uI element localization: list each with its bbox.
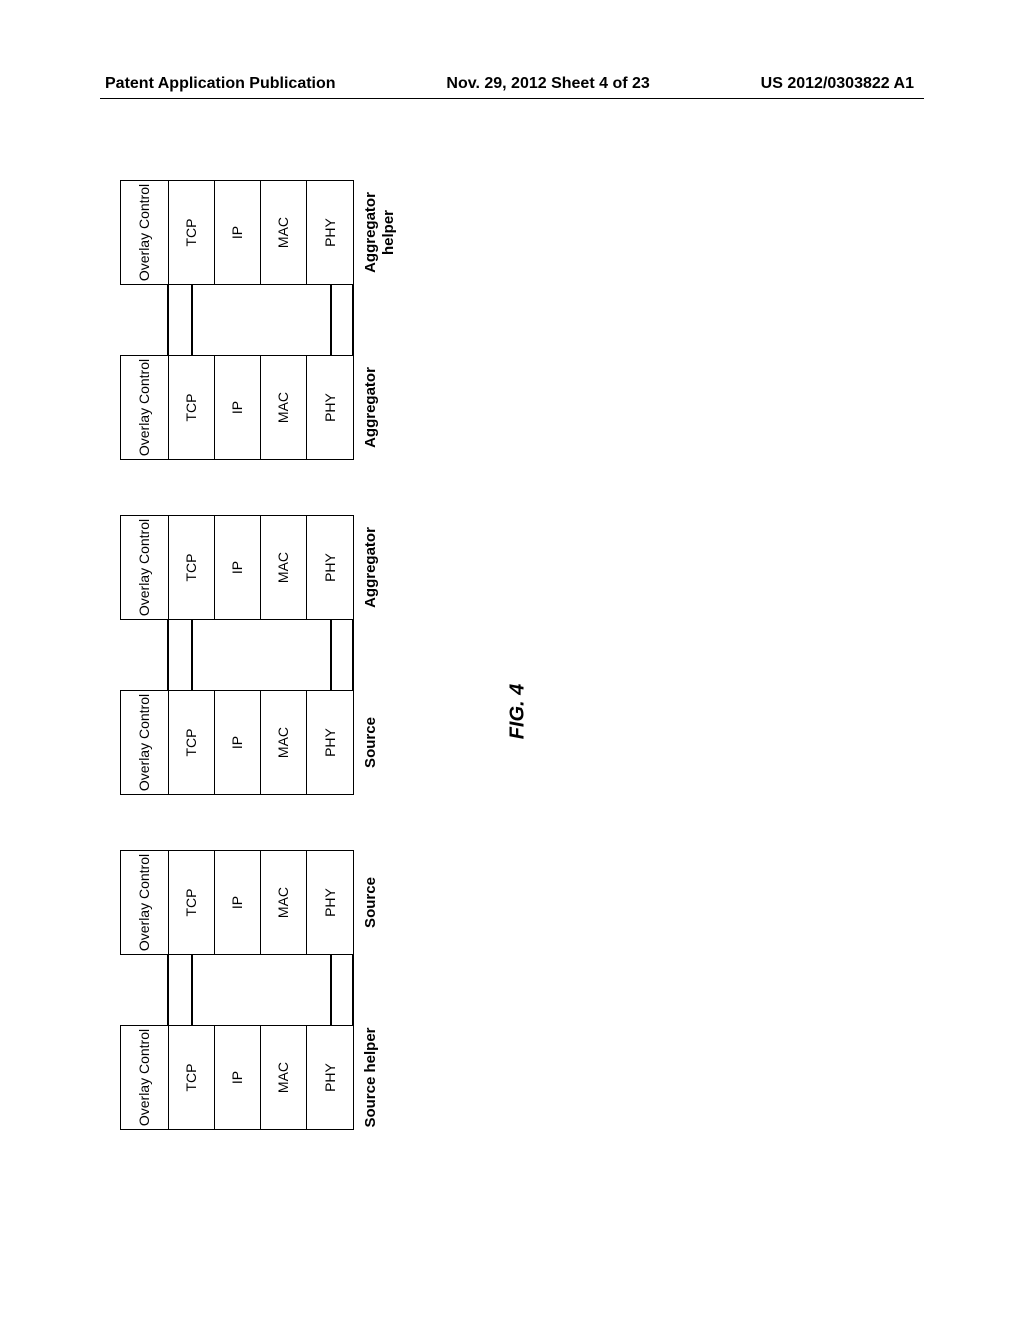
connector-gap — [120, 955, 880, 1025]
protocol-stack: Overlay Control TCP IP MAC PHY — [120, 690, 354, 795]
layer-overlay: Overlay Control — [121, 356, 169, 459]
layer-mac: MAC — [261, 851, 307, 954]
layer-overlay: Overlay Control — [121, 181, 169, 284]
layer-overlay: Overlay Control — [121, 516, 169, 619]
protocol-stack: Overlay Control TCP IP MAC PHY — [120, 1025, 354, 1130]
layer-tcp: TCP — [169, 356, 215, 459]
layer-ip: IP — [215, 851, 261, 954]
layer-phy: PHY — [307, 1026, 353, 1129]
connector-line — [167, 620, 169, 690]
layer-mac: MAC — [261, 516, 307, 619]
connector-line — [191, 285, 193, 355]
header-divider — [100, 98, 924, 99]
stack-label-1: Source — [362, 877, 380, 928]
stack-label-5: Aggregator helper — [362, 180, 398, 285]
pair-2: Overlay Control TCP IP MAC PHY Source — [120, 515, 880, 795]
protocol-stack: Overlay Control TCP IP MAC PHY — [120, 355, 354, 460]
header: Patent Application Publication Nov. 29, … — [0, 75, 1024, 93]
stack-wrapper-1: Overlay Control TCP IP MAC PHY Source — [120, 850, 880, 955]
stack-wrapper-0: Overlay Control TCP IP MAC PHY Source he… — [120, 1025, 880, 1130]
stack-wrapper-3: Overlay Control TCP IP MAC PHY Aggregato… — [120, 515, 880, 620]
rotated-content: Overlay Control TCP IP MAC PHY Source he… — [120, 180, 880, 1130]
header-right: US 2012/0303822 A1 — [761, 75, 914, 93]
connector-line — [352, 620, 354, 690]
layer-tcp: TCP — [169, 516, 215, 619]
connector-line — [330, 285, 332, 355]
layer-tcp: TCP — [169, 691, 215, 794]
figure-label: FIG. 4 — [506, 684, 529, 740]
header-center: Nov. 29, 2012 Sheet 4 of 23 — [446, 75, 649, 93]
layer-tcp: TCP — [169, 851, 215, 954]
layer-mac: MAC — [261, 181, 307, 284]
stack-wrapper-2: Overlay Control TCP IP MAC PHY Source — [120, 690, 880, 795]
header-left: Patent Application Publication — [105, 75, 336, 93]
layer-phy: PHY — [307, 181, 353, 284]
layer-ip: IP — [215, 691, 261, 794]
layer-overlay: Overlay Control — [121, 691, 169, 794]
layer-overlay: Overlay Control — [121, 851, 169, 954]
connector-line — [191, 955, 193, 1025]
connector-line — [330, 955, 332, 1025]
layer-ip: IP — [215, 1026, 261, 1129]
pairs-row: Overlay Control TCP IP MAC PHY Source he… — [120, 180, 880, 1130]
layer-mac: MAC — [261, 356, 307, 459]
layer-tcp: TCP — [169, 1026, 215, 1129]
protocol-stack: Overlay Control TCP IP MAC PHY — [120, 180, 354, 285]
layer-phy: PHY — [307, 851, 353, 954]
layer-phy: PHY — [307, 516, 353, 619]
connector-line — [167, 955, 169, 1025]
stack-wrapper-4: Overlay Control TCP IP MAC PHY Aggregato… — [120, 355, 880, 460]
stack-label-0: Source helper — [362, 1027, 380, 1127]
layer-phy: PHY — [307, 356, 353, 459]
stack-label-4: Aggregator — [362, 367, 380, 448]
layer-phy: PHY — [307, 691, 353, 794]
layer-tcp: TCP — [169, 181, 215, 284]
layer-ip: IP — [215, 181, 261, 284]
layer-ip: IP — [215, 356, 261, 459]
protocol-stack: Overlay Control TCP IP MAC PHY — [120, 850, 354, 955]
stack-label-3: Aggregator — [362, 527, 380, 608]
protocol-stack: Overlay Control TCP IP MAC PHY — [120, 515, 354, 620]
connector-gap — [120, 620, 880, 690]
connector-line — [167, 285, 169, 355]
layer-mac: MAC — [261, 691, 307, 794]
connector-line — [352, 955, 354, 1025]
connector-line — [330, 620, 332, 690]
layer-mac: MAC — [261, 1026, 307, 1129]
connector-gap — [120, 285, 880, 355]
diagram-container: Overlay Control TCP IP MAC PHY Source he… — [120, 180, 880, 1130]
stack-wrapper-5: Overlay Control TCP IP MAC PHY Aggregato… — [120, 180, 880, 285]
connector-line — [352, 285, 354, 355]
layer-overlay: Overlay Control — [121, 1026, 169, 1129]
layer-ip: IP — [215, 516, 261, 619]
connector-line — [191, 620, 193, 690]
pair-1: Overlay Control TCP IP MAC PHY Source he… — [120, 850, 880, 1130]
pair-3: Overlay Control TCP IP MAC PHY Aggregato… — [120, 180, 880, 460]
stack-label-2: Source — [362, 717, 380, 768]
